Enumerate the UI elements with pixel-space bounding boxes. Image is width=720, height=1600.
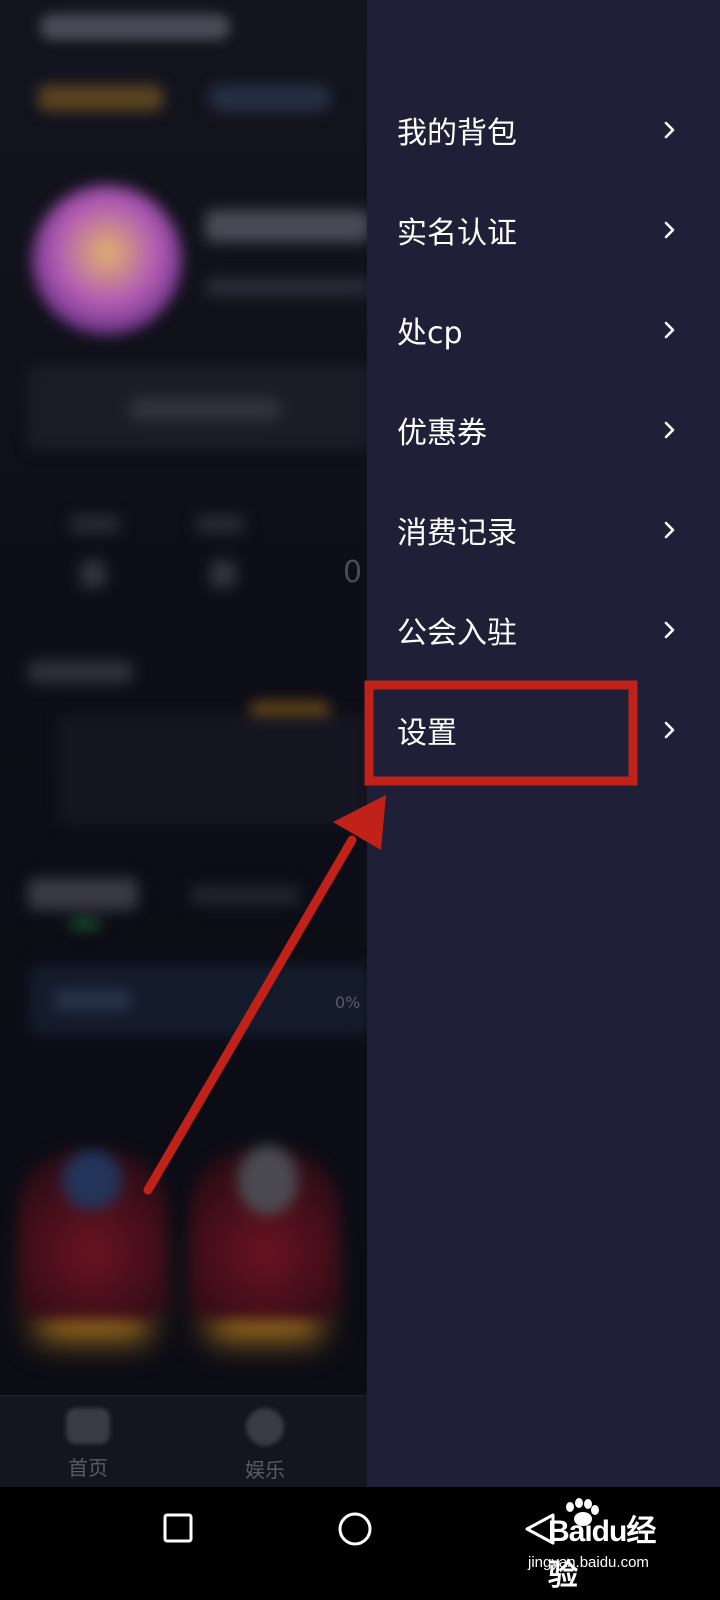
- menu-item-label: 实名认证: [397, 216, 517, 251]
- chevron-right-icon: [664, 421, 675, 439]
- menu-item-label: 我的背包: [397, 116, 517, 151]
- watermark-sub: jingyan.baidu.com: [528, 1554, 649, 1571]
- menu-item-guild-join[interactable]: 公会入驻: [367, 580, 720, 680]
- avatar: [32, 185, 182, 335]
- bg-stat-value-2: [210, 560, 236, 588]
- menu-item-label: 消费记录: [397, 516, 517, 551]
- chevron-right-icon: [664, 621, 675, 639]
- entertainment-icon: [246, 1408, 284, 1446]
- screen: 0 0% 首页 娱乐 我的背包 实名认证 处cp 优惠券 消费记录 公会入驻 设…: [0, 0, 720, 1600]
- bg-stat-value-3: 0: [343, 555, 363, 590]
- menu-item-cp[interactable]: 处cp: [367, 280, 720, 380]
- bg-green-underline: [70, 920, 100, 928]
- bg-progress-percent: 0%: [335, 993, 361, 1012]
- bg-badge-gold: [38, 85, 163, 111]
- menu-item-label: 设置: [397, 716, 457, 751]
- side-drawer: 我的背包 实名认证 处cp 优惠券 消费记录 公会入驻 设置: [367, 0, 720, 1487]
- home-icon: [66, 1408, 110, 1444]
- baidu-watermark: Baidu经验 jingyan.baidu.com: [524, 1498, 684, 1592]
- drawer-menu-list: 我的背包 实名认证 处cp 优惠券 消费记录 公会入驻 设置: [367, 80, 720, 780]
- menu-item-coupons[interactable]: 优惠券: [367, 380, 720, 480]
- tab-home[interactable]: 首页: [28, 1408, 148, 1481]
- chevron-right-icon: [664, 221, 675, 239]
- bg-game-icon-1: [62, 1150, 122, 1210]
- bg-stat-label-1: [70, 515, 120, 533]
- menu-item-label: 优惠券: [397, 416, 487, 451]
- chevron-right-icon: [664, 321, 675, 339]
- chevron-right-icon: [664, 121, 675, 139]
- bg-badge-blue: [210, 85, 330, 111]
- menu-item-real-name-verification[interactable]: 实名认证: [367, 180, 720, 280]
- bg-task-card: [58, 715, 368, 825]
- menu-item-label: 处cp: [397, 316, 463, 351]
- bg-stat-label-2: [195, 515, 245, 533]
- bg-progress-label: [55, 990, 130, 1010]
- chevron-right-icon: [664, 521, 675, 539]
- bg-section-title: [28, 660, 133, 684]
- bg-subtitle: [190, 885, 300, 905]
- bg-username: [205, 210, 370, 242]
- home-circle-icon[interactable]: [337, 1511, 373, 1547]
- bg-profile-button-label: [130, 398, 280, 420]
- bg-stat-value-1: [80, 560, 106, 588]
- bg-game-icon-2: [238, 1145, 298, 1215]
- menu-item-backpack[interactable]: 我的背包: [367, 80, 720, 180]
- tab-entertainment-label: 娱乐: [245, 1458, 285, 1482]
- chevron-right-icon: [664, 721, 675, 739]
- watermark-main: Baidu经验: [548, 1515, 656, 1592]
- bg-section-title-2: [28, 878, 138, 910]
- menu-item-purchase-history[interactable]: 消费记录: [367, 480, 720, 580]
- recents-square-icon[interactable]: [162, 1512, 194, 1544]
- menu-item-settings[interactable]: 设置: [367, 680, 720, 780]
- menu-item-label: 公会入驻: [397, 616, 517, 651]
- bg-user-id: [205, 278, 370, 296]
- status-time-carrier: [40, 14, 230, 40]
- tab-home-label: 首页: [68, 1456, 108, 1480]
- tab-entertainment[interactable]: 娱乐: [205, 1408, 325, 1483]
